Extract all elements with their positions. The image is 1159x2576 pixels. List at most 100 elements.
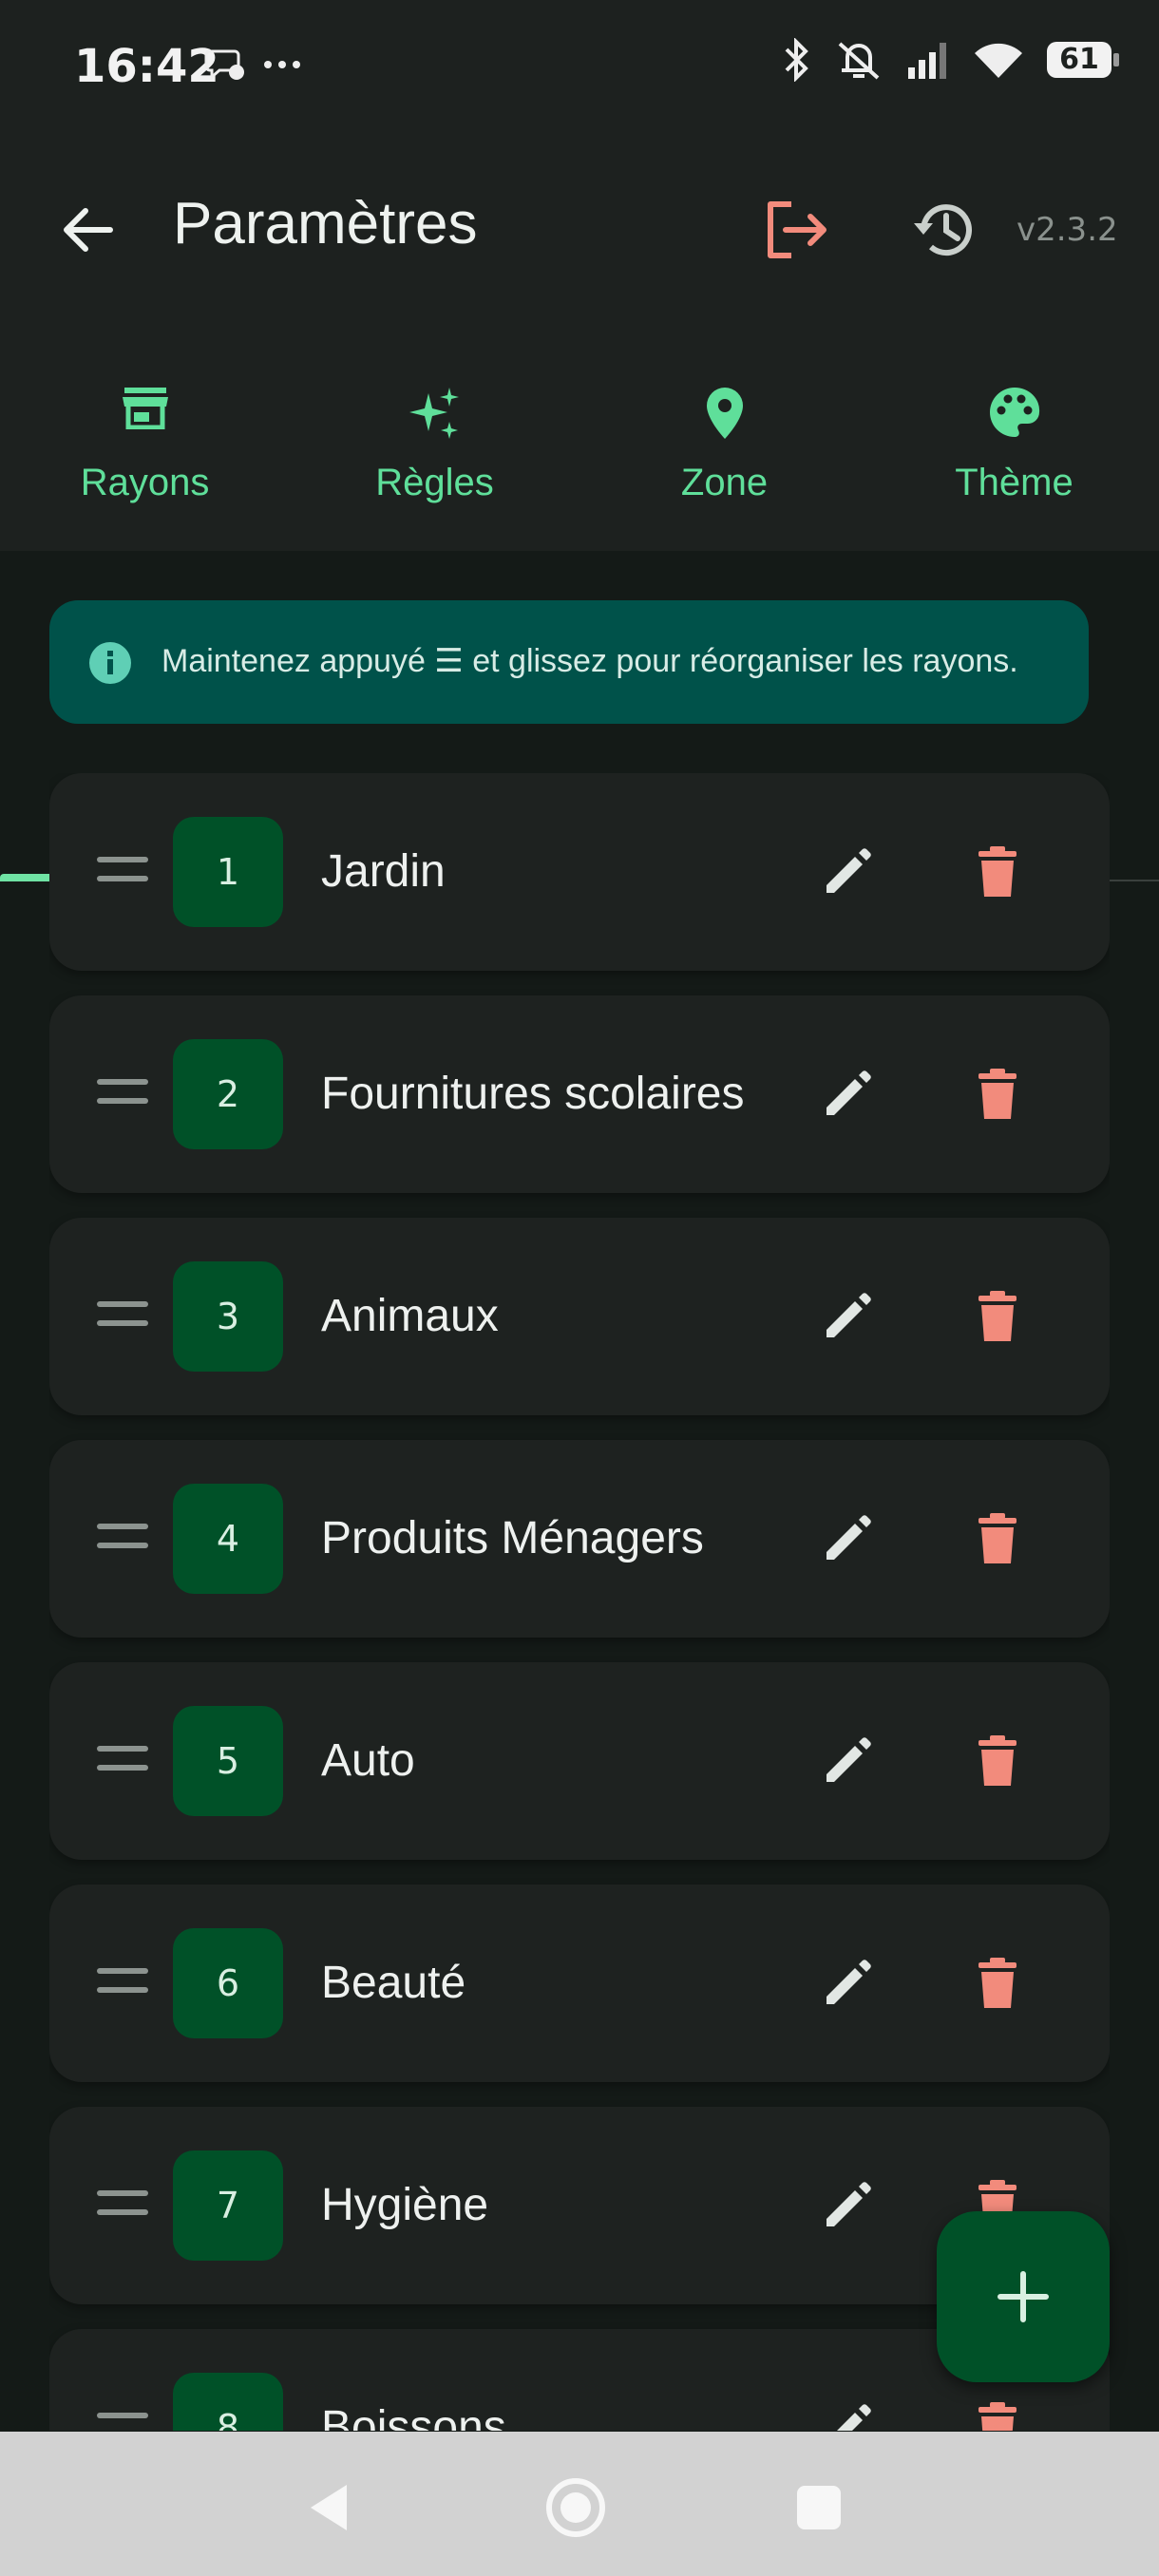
rayon-row[interactable]: 5 Auto [49, 1662, 1110, 1860]
delete-rayon-button[interactable] [960, 834, 1036, 910]
rayon-number-badge: 2 [173, 1039, 283, 1149]
edit-rayon-button[interactable] [809, 1279, 885, 1354]
trash-icon [978, 2402, 1016, 2431]
edit-rayon-button[interactable] [809, 834, 885, 910]
pencil-icon [826, 2182, 871, 2226]
edit-rayon-button[interactable] [809, 1056, 885, 1132]
delete-rayon-button[interactable] [960, 1501, 1036, 1577]
plus-icon [998, 2271, 1049, 2322]
edit-rayon-button[interactable] [809, 1501, 885, 1577]
tab-theme[interactable]: Thème [869, 332, 1159, 549]
rayon-label: Boissons [321, 2402, 506, 2431]
rayon-label: Hygiène [321, 2180, 489, 2230]
chat-bubble-icon [204, 49, 244, 81]
drag-handle-icon[interactable] [97, 1746, 148, 1776]
drag-handle-icon[interactable] [97, 2413, 148, 2431]
drag-handle-icon[interactable] [97, 1079, 148, 1109]
rayon-number-badge: 8 [173, 2373, 283, 2431]
pencil-icon [826, 1070, 871, 1115]
pencil-icon [837, 2404, 871, 2431]
edit-rayon-button[interactable] [809, 1945, 885, 2021]
rayon-row[interactable]: 4 Produits Ménagers [49, 1440, 1110, 1638]
drag-handle-icon[interactable] [97, 857, 148, 887]
battery-icon: 61 [1047, 42, 1119, 78]
rayon-number-badge: 6 [173, 1928, 283, 2038]
logout-button[interactable] [758, 192, 834, 268]
rayons-list: 1 Jardin 2 Fournitures scolaires 3 Animaux 4 Pr… [49, 773, 1110, 2431]
tab-bar: Rayons Règles Zone Thème [0, 332, 1159, 881]
palette-icon [989, 387, 1039, 437]
edit-rayon-button[interactable] [809, 2168, 885, 2244]
edit-rayon-button[interactable] [809, 1723, 885, 1799]
delete-rayon-button[interactable] [960, 1945, 1036, 2021]
info-icon [89, 642, 131, 684]
home-circle-icon [546, 2478, 605, 2537]
history-button[interactable] [905, 192, 981, 268]
back-button[interactable] [49, 192, 125, 268]
history-icon [914, 204, 972, 256]
nav-recents-button[interactable] [781, 2470, 857, 2546]
tab-regles[interactable]: Règles [290, 332, 580, 549]
trash-icon [978, 846, 1016, 897]
logout-icon [768, 201, 826, 258]
pencil-icon [826, 1737, 871, 1782]
delete-rayon-button[interactable] [960, 1279, 1036, 1354]
triangle-back-icon [311, 2485, 347, 2530]
rayon-label: Fournitures scolaires [321, 1069, 745, 1119]
pencil-icon [826, 1515, 871, 1560]
trash-icon [978, 1069, 1016, 1119]
rayon-row[interactable]: 6 Beauté [49, 1885, 1110, 2082]
pencil-icon [826, 1293, 871, 1337]
location-pin-icon [706, 388, 743, 439]
drag-handle-icon[interactable] [97, 1301, 148, 1332]
store-icon [122, 388, 168, 429]
drag-handle-icon[interactable] [97, 1968, 148, 1998]
rayon-row[interactable]: 1 Jardin [49, 773, 1110, 971]
status-bar: 16:42 61 [0, 0, 1159, 133]
trash-icon [978, 1735, 1016, 1786]
muted-bell-icon [834, 38, 884, 80]
rayon-label: Animaux [321, 1291, 499, 1341]
rayon-label: Beauté [321, 1958, 466, 2008]
nav-back-button[interactable] [291, 2470, 367, 2546]
signal-icon [908, 43, 946, 79]
rayon-number-badge: 5 [173, 1706, 283, 1816]
pencil-icon [826, 848, 871, 893]
rayon-number-badge: 7 [173, 2150, 283, 2261]
rayon-row[interactable]: 2 Fournitures scolaires [49, 995, 1110, 1193]
tab-label: Règles [375, 462, 494, 503]
trash-icon [978, 1958, 1016, 2008]
system-nav-bar [0, 2432, 1159, 2576]
pencil-icon [826, 1960, 871, 2004]
delete-rayon-button[interactable] [960, 2390, 1036, 2431]
app-bar: Paramètres v2.3.2 [0, 133, 1159, 332]
add-rayon-button[interactable] [937, 2211, 1110, 2382]
rayon-number-badge: 4 [173, 1484, 283, 1594]
tab-label: Zone [680, 462, 769, 503]
more-dots-icon [264, 61, 300, 68]
drag-handle-icon[interactable] [97, 1524, 148, 1554]
delete-rayon-button[interactable] [960, 1056, 1036, 1132]
page-title: Paramètres [173, 191, 478, 256]
square-recents-icon [797, 2486, 841, 2529]
edit-rayon-button[interactable] [809, 2390, 885, 2431]
bluetooth-icon [785, 38, 808, 82]
drag-handle-icon[interactable] [97, 2190, 148, 2221]
rayon-label: Auto [321, 1735, 415, 1786]
delete-rayon-button[interactable] [960, 1723, 1036, 1799]
tab-zone[interactable]: Zone [580, 332, 869, 549]
trash-icon [978, 1291, 1016, 1341]
rayon-label: Jardin [321, 846, 446, 897]
tab-rayons[interactable]: Rayons [0, 332, 290, 549]
info-text: Maintenez appuyé ☰ et glissez pour réorg… [162, 643, 1018, 679]
sparkles-icon [408, 388, 459, 439]
nav-home-button[interactable] [538, 2470, 614, 2546]
rayon-number-badge: 1 [173, 817, 283, 927]
app-version: v2.3.2 [1016, 211, 1118, 249]
rayon-row[interactable]: 3 Animaux [49, 1218, 1110, 1415]
tab-label: Thème [955, 462, 1074, 503]
trash-icon [978, 1513, 1016, 1563]
arrow-back-icon [64, 208, 113, 252]
rayon-number-badge: 3 [173, 1261, 283, 1372]
tab-label: Rayons [80, 462, 210, 503]
